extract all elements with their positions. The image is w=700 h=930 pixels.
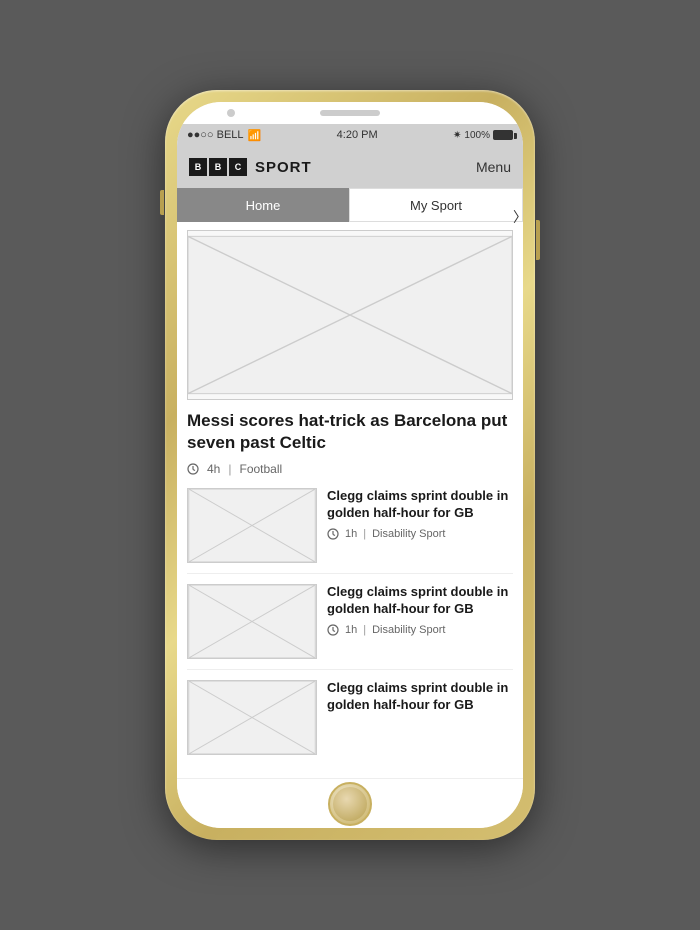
battery-icon xyxy=(493,130,513,140)
meta-separator: | xyxy=(228,462,231,476)
cursor-icon: 〉 xyxy=(513,207,523,227)
main-headline[interactable]: Messi scores hat-trick as Barcelona put … xyxy=(187,410,513,454)
phone-screen: ●●○○ BELL 📶 4:20 PM ✷ 100% B B C SPORT M… xyxy=(177,102,523,828)
tab-home-label: Home xyxy=(246,198,281,213)
clock-icon xyxy=(187,463,199,475)
bbc-logo: B B C SPORT xyxy=(189,158,312,176)
tab-home[interactable]: Home xyxy=(177,188,349,222)
article-title: Clegg claims sprint double in golden hal… xyxy=(327,680,513,714)
home-button-inner xyxy=(333,787,367,821)
power-button xyxy=(536,220,540,260)
article-title: Clegg claims sprint double in golden hal… xyxy=(327,488,513,522)
article-time: 1h xyxy=(345,528,357,540)
phone-notch xyxy=(177,102,523,124)
tab-mysport[interactable]: My Sport 〉 xyxy=(349,188,523,222)
battery-pct: 100% xyxy=(464,130,490,141)
bluetooth-icon: ✷ xyxy=(453,130,461,141)
article-thumb xyxy=(187,680,317,755)
camera-dot xyxy=(227,109,235,117)
content-area: Messi scores hat-trick as Barcelona put … xyxy=(177,222,523,778)
article-item[interactable]: Clegg claims sprint double in golden hal… xyxy=(187,584,513,670)
wifi-icon: 📶 xyxy=(248,129,262,142)
main-article-time: 4h xyxy=(207,462,220,476)
main-article-meta: 4h | Football xyxy=(187,462,513,476)
article-title: Clegg claims sprint double in golden hal… xyxy=(327,584,513,618)
article-item[interactable]: Clegg claims sprint double in golden hal… xyxy=(187,488,513,574)
article-content: Clegg claims sprint double in golden hal… xyxy=(327,488,513,563)
article-thumb xyxy=(187,488,317,563)
status-bar: ●●○○ BELL 📶 4:20 PM ✷ 100% xyxy=(177,124,523,146)
clock-icon xyxy=(327,528,339,540)
status-time: 4:20 PM xyxy=(337,129,378,141)
main-article-category: Football xyxy=(239,462,282,476)
hero-image xyxy=(187,230,513,400)
menu-button[interactable]: Menu xyxy=(476,159,511,175)
article-category: Disability Sport xyxy=(372,624,445,636)
tab-mysport-label: My Sport xyxy=(410,198,462,213)
bbc-box-b3: C xyxy=(229,158,247,176)
article-meta: 1h | Disability Sport xyxy=(327,528,513,540)
article-item[interactable]: Clegg claims sprint double in golden hal… xyxy=(187,680,513,765)
status-left: ●●○○ BELL 📶 xyxy=(187,129,261,142)
article-content: Clegg claims sprint double in golden hal… xyxy=(327,680,513,755)
article-time: 1h xyxy=(345,624,357,636)
bbc-box-b2: B xyxy=(209,158,227,176)
speaker xyxy=(320,110,380,116)
status-right: ✷ 100% xyxy=(453,130,513,141)
article-thumb xyxy=(187,584,317,659)
carrier-text: ●●○○ BELL xyxy=(187,129,244,141)
article-meta: 1h | Disability Sport xyxy=(327,624,513,636)
nav-tabs: Home My Sport 〉 xyxy=(177,188,523,222)
clock-icon xyxy=(327,624,339,636)
app-header: B B C SPORT Menu xyxy=(177,146,523,188)
article-content: Clegg claims sprint double in golden hal… xyxy=(327,584,513,659)
article-category: Disability Sport xyxy=(372,528,445,540)
phone-bottom xyxy=(177,778,523,828)
sport-label: SPORT xyxy=(255,159,312,176)
bbc-box-b1: B xyxy=(189,158,207,176)
bbc-boxes: B B C xyxy=(189,158,247,176)
phone-frame: ●●○○ BELL 📶 4:20 PM ✷ 100% B B C SPORT M… xyxy=(165,90,535,840)
volume-button xyxy=(160,190,164,215)
home-button[interactable] xyxy=(328,782,372,826)
